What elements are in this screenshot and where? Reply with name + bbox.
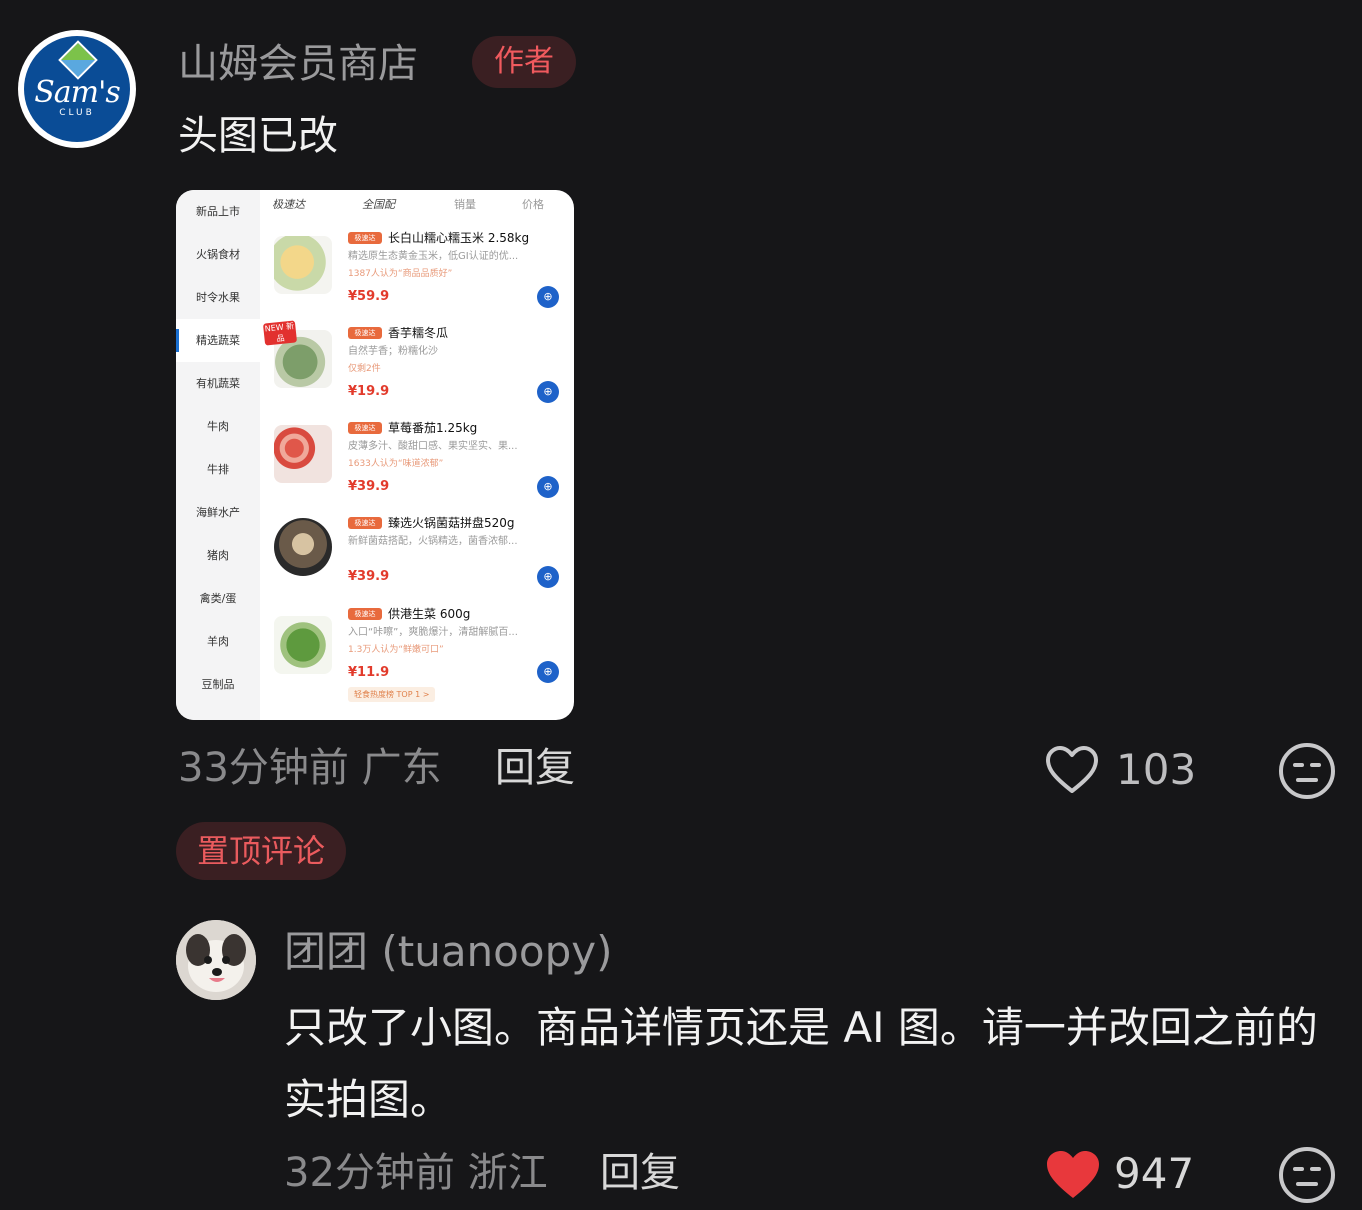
product-image: [274, 616, 332, 674]
cart-icon[interactable]: ⊕: [537, 566, 559, 588]
comment-image[interactable]: 新品上市 火锅食材 时令水果 精选蔬菜 有机蔬菜 牛肉 牛排 海鲜水产 猪肉 禽…: [176, 190, 574, 720]
product-tag: 极速达: [348, 327, 382, 339]
product-desc: 精选原生态黄金玉米，低GI认证的优...: [348, 251, 519, 262]
comment-meta: 33分钟前 广东: [178, 742, 442, 794]
tab-nationwide[interactable]: 全国配: [362, 196, 395, 212]
product-tag: 极速达: [348, 517, 382, 529]
sidebar-item[interactable]: 有机蔬菜: [176, 362, 260, 405]
user-avatar[interactable]: [176, 920, 256, 1000]
product-tag: 极速达: [348, 608, 382, 620]
sams-diamond-icon: [58, 40, 98, 80]
pinned-badge: 置顶评论: [176, 822, 346, 880]
new-badge: NEW 新品: [262, 320, 298, 346]
like-count: 103: [1116, 745, 1197, 794]
comment-meta: 32分钟前 浙江: [284, 1147, 548, 1199]
product-image: [274, 236, 332, 294]
product-title: 香芋糯冬瓜: [388, 326, 449, 340]
cart-icon[interactable]: ⊕: [537, 476, 559, 498]
author-avatar[interactable]: Sam's CLUB: [18, 30, 136, 148]
comment-time: 33分钟前: [178, 745, 349, 791]
product-title: 草莓番茄1.25kg: [388, 421, 478, 435]
product-price: ¥59.9: [348, 289, 390, 304]
product-desc: 皮薄多汁、酸甜口感、果实坚实、果...: [348, 441, 518, 452]
sidebar-item[interactable]: 牛肉: [176, 405, 260, 448]
comment-location: 广东: [361, 745, 442, 791]
meh-face-icon[interactable]: [1278, 1146, 1336, 1204]
meh-face-icon[interactable]: [1278, 742, 1336, 800]
product-desc: 入口“咔嚓”，爽脆爆汁，清甜解腻百...: [348, 627, 518, 638]
sidebar-item[interactable]: 海鲜水产: [176, 491, 260, 534]
tab-price[interactable]: 价格: [522, 196, 544, 212]
tab-express[interactable]: 极速达: [272, 196, 305, 212]
sidebar-item[interactable]: 豆制品: [176, 663, 260, 706]
product-note: 1633人认为“味道浓郁”: [348, 459, 444, 469]
comment-time: 32分钟前: [284, 1150, 455, 1196]
sidebar-item[interactable]: 禽类/蛋: [176, 577, 260, 620]
sidebar-item[interactable]: 时令水果: [176, 276, 260, 319]
like-count: 947: [1114, 1149, 1195, 1198]
product-note: 1.3万人认为“鲜嫩可口”: [348, 645, 444, 655]
sidebar-item[interactable]: 羊肉: [176, 620, 260, 663]
username[interactable]: 团团 (tuanoopy): [284, 924, 612, 980]
product-price: ¥19.9: [348, 384, 390, 399]
product-title: 长白山糯心糯玉米 2.58kg: [388, 231, 530, 245]
reply-button[interactable]: 回复: [495, 742, 575, 794]
comment-text: 头图已改: [178, 113, 338, 159]
comment-location: 浙江: [467, 1150, 548, 1196]
logo-club: CLUB: [59, 108, 95, 118]
product-tag: 极速达: [348, 232, 382, 244]
product-note: 1387人认为“商品品质好”: [348, 269, 453, 279]
cart-icon[interactable]: ⊕: [537, 286, 559, 308]
reply-button[interactable]: 回复: [600, 1147, 680, 1199]
sidebar-item[interactable]: 猪肉: [176, 534, 260, 577]
category-sidebar: 新品上市 火锅食材 时令水果 精选蔬菜 有机蔬菜 牛肉 牛排 海鲜水产 猪肉 禽…: [176, 190, 260, 720]
cart-icon[interactable]: ⊕: [537, 661, 559, 683]
product-desc: 新鲜菌菇搭配，火锅精选，菌香浓郁...: [348, 536, 518, 547]
sams-club-logo: Sam's CLUB: [24, 36, 130, 142]
sidebar-item[interactable]: 新品上市: [176, 190, 260, 233]
heart-outline-icon[interactable]: [1044, 744, 1100, 796]
product-image: [274, 518, 332, 576]
product-image: [274, 425, 332, 483]
product-price: ¥39.9: [348, 569, 390, 584]
product-title: 臻选火锅菌菇拼盘520g: [388, 516, 515, 530]
product-price: ¥11.9: [348, 665, 390, 680]
product-note: 仅剩2件: [348, 364, 381, 374]
dog-avatar-image: [176, 920, 256, 1000]
heart-filled-icon[interactable]: [1044, 1148, 1102, 1202]
author-badge: 作者: [472, 36, 576, 88]
sidebar-item[interactable]: 牛排: [176, 448, 260, 491]
product-tag: 极速达: [348, 422, 382, 434]
tab-sales[interactable]: 销量: [454, 196, 476, 212]
product-title: 供港生菜 600g: [388, 607, 471, 621]
logo-word: Sam's: [34, 75, 121, 110]
product-price: ¥39.9: [348, 479, 390, 494]
username[interactable]: 山姆会员商店: [178, 38, 418, 90]
product-desc: 自然芋香；粉糯化沙: [348, 346, 438, 357]
comment-text: 只改了小图。商品详情页还是 AI 图。请一并改回之前的实拍图。: [284, 1003, 1318, 1124]
cart-icon[interactable]: ⊕: [537, 381, 559, 403]
sidebar-item-active[interactable]: 精选蔬菜: [176, 319, 260, 362]
rank-tag[interactable]: 轻食热度榜 TOP 1 >: [348, 687, 436, 702]
sidebar-item[interactable]: 火锅食材: [176, 233, 260, 276]
